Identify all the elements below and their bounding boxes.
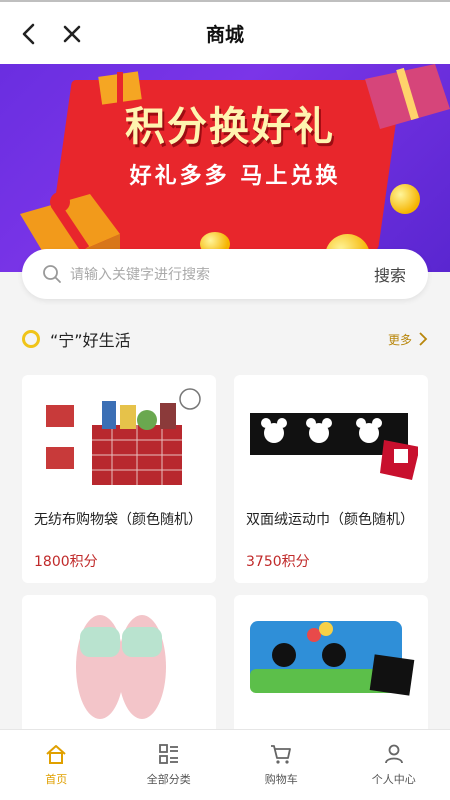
nav-bar: 商城: [0, 2, 450, 64]
tab-home[interactable]: 首页: [0, 730, 113, 800]
tab-label: 个人中心: [371, 773, 416, 786]
section-header: “宁”好生活 更多: [22, 327, 428, 351]
search-button[interactable]: 搜索: [374, 262, 406, 286]
tab-label: 全部分类: [146, 773, 191, 786]
section-title: “宁”好生活: [50, 331, 131, 350]
search-bar[interactable]: 请输入关键字进行搜索 搜索: [22, 249, 428, 299]
more-link[interactable]: 更多: [388, 331, 412, 348]
product-price: 3750积分: [246, 554, 310, 570]
chevron-right-icon[interactable]: [418, 332, 428, 346]
home-icon: [46, 745, 66, 764]
user-icon: [384, 744, 403, 764]
slippers-image: [76, 615, 166, 719]
banner-headline: 积分换好礼: [125, 104, 335, 150]
page-title: 商城: [205, 23, 244, 46]
shopping-bag-image: [46, 388, 201, 485]
product-card[interactable]: [234, 595, 428, 735]
search-icon: [43, 265, 61, 283]
close-icon[interactable]: [60, 22, 84, 46]
sport-towel-image: [250, 413, 418, 480]
banner-subline: 好礼多多 马上兑换: [129, 164, 341, 189]
cart-icon: [271, 745, 292, 764]
product-card[interactable]: 双面绒运动巾（颜色随机） 3750积分: [234, 375, 428, 583]
tab-label: 首页: [45, 773, 68, 786]
coin-icon: [390, 184, 420, 214]
play-mat-image: [250, 621, 415, 696]
section-ring-icon: [22, 330, 40, 348]
promo-banner[interactable]: 积分换好礼 好礼多多 马上兑换: [0, 64, 450, 272]
tab-categories[interactable]: 全部分类: [113, 730, 226, 800]
product-price: 1800积分: [34, 554, 98, 570]
tab-cart[interactable]: 购物车: [225, 730, 338, 800]
back-arrow-icon[interactable]: [18, 22, 42, 46]
product-card[interactable]: [22, 595, 216, 735]
search-input[interactable]: 请输入关键字进行搜索: [70, 264, 374, 284]
tab-label: 购物车: [264, 773, 298, 786]
tab-profile[interactable]: 个人中心: [338, 730, 450, 800]
category-icon: [158, 744, 178, 764]
product-card[interactable]: 无纺布购物袋（颜色随机） 1800积分: [22, 375, 216, 583]
product-name: 无纺布购物袋（颜色随机）: [34, 512, 202, 528]
product-name: 双面绒运动巾（颜色随机）: [246, 512, 414, 528]
bottom-tab-bar: 首页 全部分类 购物车 个人中心: [0, 729, 450, 800]
